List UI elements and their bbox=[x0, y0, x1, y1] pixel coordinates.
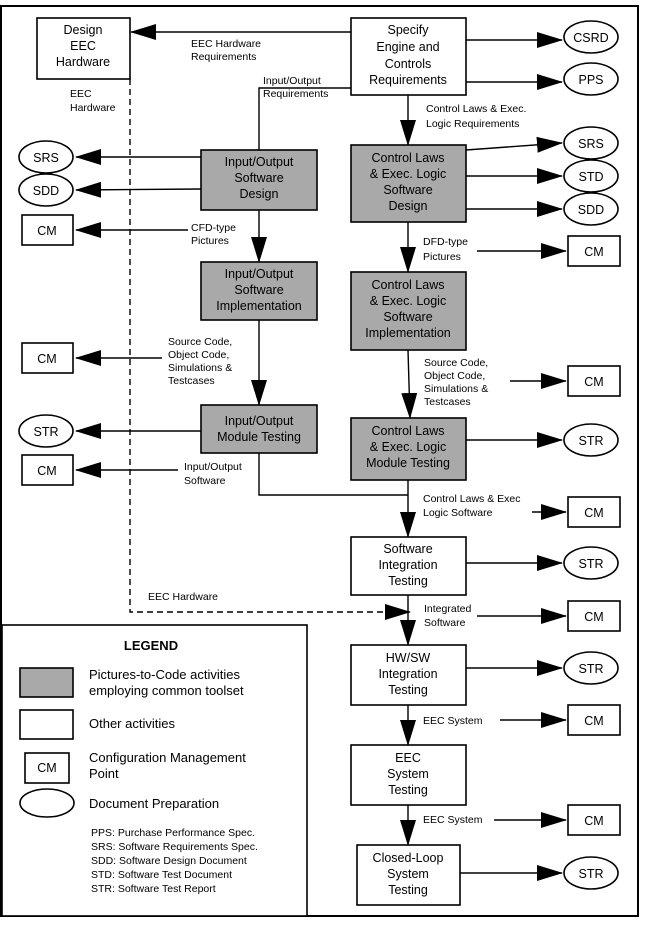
svg-text:STR: STR bbox=[579, 867, 604, 881]
label-cl-sw: Control Laws & Exec Logic Software bbox=[423, 493, 520, 519]
svg-text:CM: CM bbox=[37, 761, 56, 775]
svg-text:CM: CM bbox=[584, 714, 603, 728]
activity-io-software-implementation: Input/Output Software Implementation bbox=[200, 261, 318, 321]
activity-closed-loop-testing: Closed-Loop System Testing bbox=[356, 844, 461, 906]
doc-str-closed: STR bbox=[563, 856, 619, 890]
label-io-req: Input/Output Requirements bbox=[263, 75, 328, 100]
activity-hwsw-integration-testing: HW/SW Integration Testing bbox=[350, 644, 467, 706]
svg-text:SRS: SRS bbox=[578, 137, 604, 151]
svg-text:CM: CM bbox=[584, 506, 603, 520]
svg-text:SDD: SDD bbox=[33, 184, 59, 198]
legend-doc-swatch bbox=[19, 788, 75, 818]
activity-cl-software-implementation: Control Laws & Exec. Logic Software Impleme… bbox=[350, 271, 467, 351]
doc-sdd-right: SDD bbox=[563, 192, 619, 226]
svg-text:PPS: PPS bbox=[578, 73, 603, 87]
doc-str-hwsw: STR bbox=[563, 651, 619, 685]
cm-src-right: CM bbox=[567, 365, 621, 397]
svg-text:CSRD: CSRD bbox=[573, 31, 608, 45]
activity-design-eec-hardware: Design EEC Hardware bbox=[36, 17, 131, 80]
doc-str-swint: STR bbox=[563, 546, 619, 580]
svg-text:STR: STR bbox=[579, 434, 604, 448]
cm-integrated: CM bbox=[567, 600, 621, 632]
cm-cfd: CM bbox=[21, 214, 74, 246]
svg-text:SRS: SRS bbox=[33, 151, 59, 165]
label-eec-system-2: EEC System bbox=[423, 814, 483, 826]
legend-shaded-swatch bbox=[19, 667, 74, 698]
cm-eec-sys1: CM bbox=[567, 704, 621, 736]
svg-text:Pictures-to-Code activitiesemp: Pictures-to-Code activities employing com… bbox=[89, 667, 244, 698]
arrow-sdd-left bbox=[75, 181, 202, 198]
legend-title: LEGEND bbox=[124, 638, 178, 653]
activity-io-module-testing: Input/Output Module Testing bbox=[200, 404, 318, 454]
svg-text:CM: CM bbox=[37, 224, 56, 238]
svg-text:SDD: SDD bbox=[578, 203, 604, 217]
doc-srs-left: SRS bbox=[18, 140, 74, 174]
svg-text:CM: CM bbox=[37, 352, 56, 366]
process-diagram: Design EEC Hardware Specify Engine and Contr… bbox=[0, 5, 639, 917]
doc-srs-right: SRS bbox=[563, 126, 619, 160]
svg-text:CM: CM bbox=[584, 610, 603, 624]
label-io-sw: Input/Output Software bbox=[184, 461, 242, 487]
activity-cl-software-design: Control Laws & Exec. Logic Software Design bbox=[350, 144, 467, 223]
cm-dfd: CM bbox=[567, 235, 621, 267]
activity-eec-system-testing: EEC System Testing bbox=[350, 744, 467, 806]
label-eec-hw-req: EEC Hardware Requirements bbox=[191, 38, 261, 63]
svg-text:Other activities: Other activities bbox=[89, 716, 175, 731]
doc-std: STD bbox=[563, 159, 619, 193]
cm-eec-sys2: CM bbox=[567, 804, 621, 836]
cm-cl-sw: CM bbox=[567, 496, 621, 528]
doc-sdd-left: SDD bbox=[18, 173, 74, 207]
svg-text:CM: CM bbox=[584, 375, 603, 389]
svg-text:STR: STR bbox=[34, 425, 59, 439]
label-cfd: CFD-type Pictures bbox=[191, 222, 236, 247]
arrow-cl-test bbox=[401, 349, 418, 419]
arrow-srs-right bbox=[465, 136, 563, 153]
label-src-right: Source Code, Object Code, Simulations & Tes… bbox=[424, 357, 488, 408]
cm-src-left: CM bbox=[21, 342, 74, 374]
label-dfd: DFD-type Pictures bbox=[423, 236, 468, 263]
activity-io-software-design: Input/Output Software Design bbox=[200, 149, 318, 211]
activity-cl-module-testing: Control Laws & Exec. Logic Module Testing bbox=[350, 417, 467, 481]
label-src-left: Source Code, Object Code, Simulations & Tes… bbox=[168, 336, 232, 387]
cm-io-sw: CM bbox=[21, 454, 74, 486]
doc-str-cl: STR bbox=[563, 423, 619, 457]
doc-pps: PPS bbox=[563, 62, 619, 96]
activity-software-integration-testing: Software Integration Testing bbox=[350, 536, 467, 596]
label-cl-req: Control Laws & Exec. Logic Requirements bbox=[426, 103, 526, 130]
svg-text:Document Preparation: Document Preparation bbox=[89, 796, 219, 811]
activity-specify-requirements: Specify Engine and Controls Requirements bbox=[350, 17, 467, 96]
label-eec-hw-bottom: EEC Hardware bbox=[148, 591, 218, 603]
label-eec-system-1: EEC System bbox=[423, 715, 483, 727]
svg-text:STR: STR bbox=[579, 662, 604, 676]
label-integrated: Integrated Software bbox=[424, 603, 471, 629]
svg-text:STR: STR bbox=[579, 557, 604, 571]
svg-text:CM: CM bbox=[37, 464, 56, 478]
svg-text:CM: CM bbox=[584, 245, 603, 259]
doc-csrd: CSRD bbox=[563, 20, 619, 54]
label-eec-hw: EEC Hardware bbox=[70, 88, 116, 114]
legend-other-swatch bbox=[19, 709, 74, 740]
doc-str-io: STR bbox=[18, 414, 74, 448]
svg-text:STD: STD bbox=[579, 170, 604, 184]
svg-text:Control Laws& Exec. LogicModul: Control Laws & Exec. Logic Module Testing bbox=[366, 424, 450, 470]
legend: LEGEND Pictures-to-Code activities employ… bbox=[1, 624, 308, 917]
svg-text:CM: CM bbox=[584, 814, 603, 828]
